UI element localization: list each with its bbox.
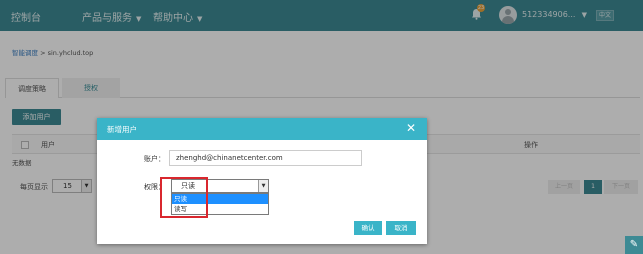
cancel-button[interactable]: 取消 xyxy=(386,221,416,235)
chevron-down-icon: ▼ xyxy=(258,180,268,192)
add-user-dialog: 新增用户 ✕ 账户： zhenghd@chinanetcenter.com 权限… xyxy=(97,118,427,244)
highlight-box xyxy=(160,177,208,218)
edit-icon[interactable]: ✎ xyxy=(625,236,643,254)
dialog-header: 新增用户 ✕ xyxy=(97,118,427,140)
close-icon[interactable]: ✕ xyxy=(406,121,416,135)
dialog-title: 新增用户 xyxy=(107,125,137,134)
account-label: 账户： xyxy=(144,155,165,163)
confirm-button[interactable]: 确认 xyxy=(354,221,382,235)
account-input[interactable]: zhenghd@chinanetcenter.com xyxy=(169,150,362,166)
